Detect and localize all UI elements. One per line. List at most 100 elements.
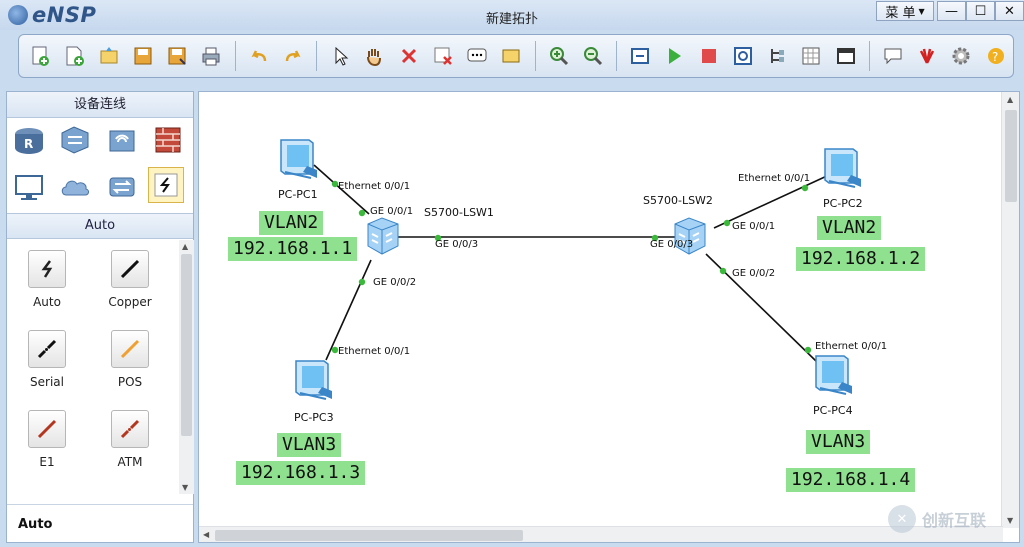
- text-annotation-icon[interactable]: [460, 38, 494, 74]
- cable-item-atm[interactable]: ATM: [95, 410, 165, 469]
- ip-tag: 192.168.1.3: [236, 461, 366, 485]
- delete-link-icon[interactable]: [426, 38, 460, 74]
- pc2-device[interactable]: [819, 145, 869, 194]
- chat-icon[interactable]: [876, 38, 910, 74]
- lsw2-device[interactable]: [669, 216, 709, 259]
- topology-canvas[interactable]: PC-PC1 PC-PC2 PC-PC3 PC-PC4 S5700-LSW1 S…: [198, 91, 1020, 543]
- capture-icon[interactable]: [726, 38, 760, 74]
- fit-view-icon[interactable]: [623, 38, 657, 74]
- cable-label: E1: [39, 455, 55, 469]
- cable-label: POS: [117, 375, 143, 389]
- selected-cable-footer: Auto: [7, 504, 193, 542]
- cable-item-copper[interactable]: Copper: [95, 250, 165, 309]
- scroll-down-icon[interactable]: ▼: [182, 483, 188, 492]
- print-icon[interactable]: [194, 38, 228, 74]
- scroll-left-icon[interactable]: ◀: [203, 530, 209, 539]
- scrollbar-thumb[interactable]: [181, 254, 192, 436]
- pc-terminal-icon[interactable]: [11, 169, 47, 205]
- atm-cable-icon: [120, 419, 140, 439]
- pc3-device[interactable]: [290, 357, 340, 406]
- scrollbar-thumb[interactable]: [215, 530, 523, 541]
- select-icon[interactable]: [323, 38, 357, 74]
- new-file-icon[interactable]: [57, 38, 91, 74]
- router-icon[interactable]: R: [11, 122, 47, 158]
- switch-icon[interactable]: [57, 122, 93, 158]
- cable-label: ATM: [117, 455, 143, 469]
- port-label: GE 0/0/3: [650, 239, 694, 250]
- delete-icon[interactable]: [392, 38, 426, 74]
- port-label: GE 0/0/1: [370, 206, 414, 217]
- menu-button[interactable]: 菜 单 ▼: [876, 1, 934, 21]
- cable-item-serial[interactable]: Serial: [12, 330, 82, 389]
- watermark-text: 创新互联: [922, 511, 987, 530]
- ip-tag: 192.168.1.4: [786, 468, 916, 492]
- port-label: GE 0/0/2: [732, 268, 776, 279]
- port-dot: [723, 219, 731, 227]
- grid-icon[interactable]: [794, 38, 828, 74]
- help-icon[interactable]: ?: [979, 38, 1013, 74]
- pan-hand-icon[interactable]: [357, 38, 391, 74]
- pos-cable-icon: [120, 339, 140, 359]
- auto-cable-icon: [41, 260, 53, 278]
- cable-list-scrollbar[interactable]: ▲ ▼: [179, 240, 194, 494]
- serial-cable-icon: [37, 339, 57, 359]
- lsw1-device[interactable]: [362, 216, 402, 259]
- save-icon[interactable]: [126, 38, 160, 74]
- close-button[interactable]: ✕: [995, 1, 1024, 21]
- cloud-icon[interactable]: [57, 169, 93, 205]
- lsw2-label: S5700-LSW2: [643, 194, 713, 207]
- other-devices-icon[interactable]: [104, 169, 140, 205]
- vlan-tag: VLAN2: [817, 216, 882, 240]
- canvas-horizontal-scrollbar[interactable]: ◀: [199, 526, 1003, 542]
- title-bar: eNSP 新建拓扑 菜 单 ▼ — ☐ ✕: [0, 0, 1024, 30]
- watermark: ✕ 创新互联: [888, 505, 986, 533]
- rectangle-icon[interactable]: [494, 38, 528, 74]
- pc4-device[interactable]: [810, 352, 860, 401]
- new-topology-icon[interactable]: [23, 38, 57, 74]
- settings-icon[interactable]: [944, 38, 978, 74]
- maximize-icon: ☐: [974, 3, 987, 19]
- pc1-device[interactable]: [275, 136, 325, 185]
- save-as-icon[interactable]: [160, 38, 194, 74]
- panel-header: 设备连线: [7, 92, 193, 118]
- firewall-icon[interactable]: [150, 122, 186, 158]
- scrollbar-thumb[interactable]: [1005, 110, 1017, 202]
- pc-icon: [815, 355, 852, 395]
- wireless-icon[interactable]: [104, 122, 140, 158]
- link-lsw1-pc3[interactable]: [325, 259, 372, 361]
- pc1-label: PC-PC1: [278, 188, 318, 201]
- scroll-up-icon[interactable]: ▲: [182, 242, 188, 251]
- minimize-button[interactable]: —: [937, 1, 966, 21]
- redo-icon[interactable]: [276, 38, 310, 74]
- port-label: GE 0/0/3: [435, 239, 479, 250]
- vlan-tag: VLAN3: [277, 433, 342, 457]
- port-dot: [719, 267, 727, 275]
- undo-icon[interactable]: [242, 38, 276, 74]
- cable-item-e1[interactable]: E1: [12, 410, 82, 469]
- stop-device-icon[interactable]: [691, 38, 725, 74]
- console-icon[interactable]: [829, 38, 863, 74]
- port-label: GE 0/0/1: [732, 221, 776, 232]
- pc3-label: PC-PC3: [294, 411, 334, 424]
- open-icon[interactable]: [92, 38, 126, 74]
- close-icon: ✕: [1004, 3, 1015, 19]
- cable-item-pos[interactable]: POS: [95, 330, 165, 389]
- svg-text:?: ?: [992, 50, 998, 64]
- pc-icon: [280, 139, 317, 179]
- huawei-logo-icon[interactable]: [910, 38, 944, 74]
- zoom-out-icon[interactable]: [576, 38, 610, 74]
- maximize-button[interactable]: ☐: [966, 1, 995, 21]
- cable-label: Copper: [108, 295, 152, 309]
- scroll-down-icon[interactable]: ▼: [1007, 516, 1013, 525]
- device-category-grid: R: [7, 118, 193, 212]
- zoom-in-icon[interactable]: [541, 38, 575, 74]
- cable-item-auto[interactable]: Auto: [12, 250, 82, 309]
- port-label: Ethernet 0/0/1: [338, 346, 411, 357]
- port-dot: [801, 184, 809, 192]
- topology-icon[interactable]: [760, 38, 794, 74]
- e1-cable-icon: [37, 419, 57, 439]
- connection-icon[interactable]: [148, 167, 184, 203]
- scroll-up-icon[interactable]: ▲: [1007, 95, 1013, 104]
- canvas-vertical-scrollbar[interactable]: ▲ ▼: [1001, 92, 1019, 528]
- start-device-icon[interactable]: [657, 38, 691, 74]
